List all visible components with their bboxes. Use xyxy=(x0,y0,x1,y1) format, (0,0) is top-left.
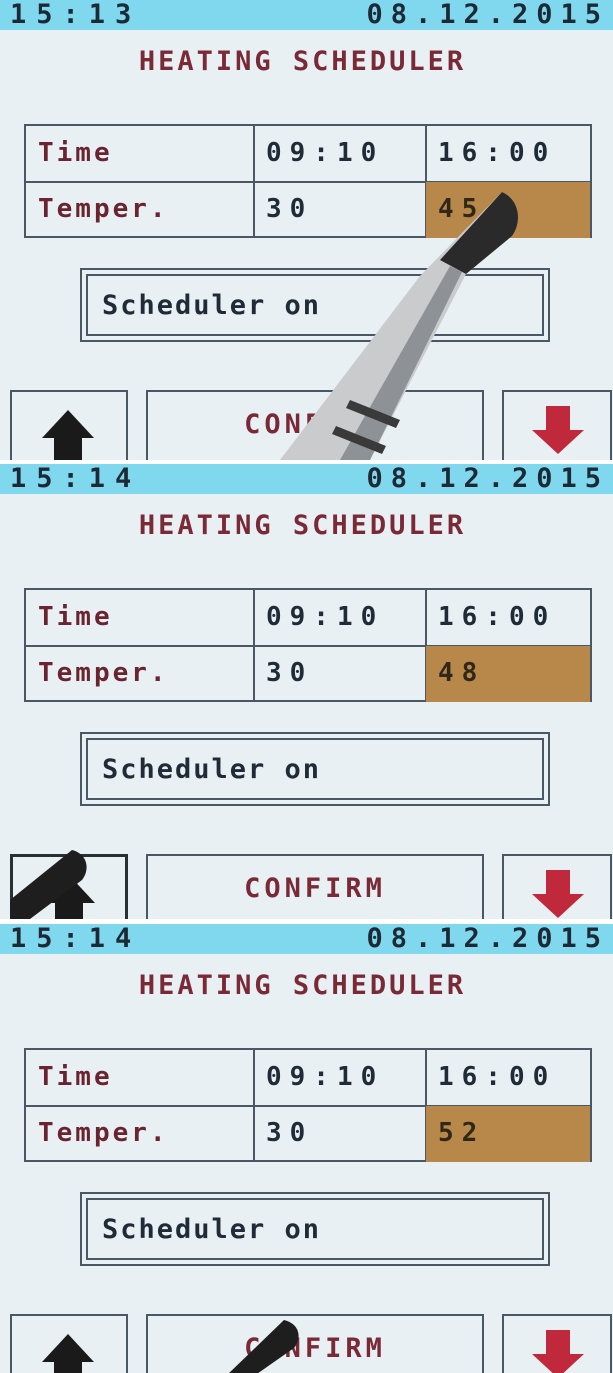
screen-frame-2: 15:14 08.12.2015 HEATING SCHEDULER Time … xyxy=(0,464,613,919)
status-bar: 15:14 08.12.2015 xyxy=(0,924,613,954)
temp-row-label: Temper. xyxy=(38,194,169,224)
scheduler-status-text: Scheduler on xyxy=(102,754,322,785)
arrow-down-icon xyxy=(532,870,584,918)
down-button[interactable] xyxy=(502,1314,612,1373)
temp-cell-2-selected[interactable]: 52 xyxy=(426,1106,590,1162)
stylus-pen xyxy=(280,192,518,460)
time-cell-2[interactable]: 16:00 xyxy=(426,590,590,646)
confirm-button[interactable]: CONFIRM xyxy=(146,854,484,919)
time-row-label: Time xyxy=(38,1062,113,1092)
time-row-label: Time xyxy=(38,138,113,168)
temp-row-label: Temper. xyxy=(38,658,169,688)
time-row-label: Time xyxy=(38,602,113,632)
time-cell-1[interactable]: 09:10 xyxy=(254,590,426,646)
status-time: 15:14 xyxy=(10,924,142,954)
arrow-down-icon xyxy=(532,1330,584,1373)
stylus-pen xyxy=(10,850,87,919)
time-cell-1[interactable]: 09:10 xyxy=(254,126,426,182)
scheduler-status-text: Scheduler on xyxy=(102,1214,322,1245)
temp-cell-1[interactable]: 30 xyxy=(254,1106,426,1162)
status-time: 15:14 xyxy=(10,464,142,494)
stylus-pen xyxy=(229,1320,299,1373)
status-date: 08.12.2015 xyxy=(366,464,609,494)
confirm-label: CONFIRM xyxy=(244,1333,386,1364)
temp-cell-2-selected[interactable]: 48 xyxy=(426,646,590,702)
screen-frame-3: 15:14 08.12.2015 HEATING SCHEDULER Time … xyxy=(0,924,613,1373)
temp-row-label: Temper. xyxy=(38,1118,169,1148)
up-button[interactable] xyxy=(10,1314,128,1373)
time-cell-2[interactable]: 16:00 xyxy=(426,1050,590,1106)
page-title: HEATING SCHEDULER xyxy=(138,510,467,541)
scheduler-status-box[interactable]: Scheduler on xyxy=(80,1192,550,1266)
schedule-table: Time 09:10 16:00 Temper. 30 48 xyxy=(24,588,592,702)
temp-cell-1[interactable]: 30 xyxy=(254,646,426,702)
arrow-up-icon xyxy=(42,1334,94,1373)
page-title: HEATING SCHEDULER xyxy=(138,970,467,1001)
scheduler-status-box[interactable]: Scheduler on xyxy=(80,732,550,806)
status-bar: 15:13 08.12.2015 xyxy=(0,0,613,30)
status-date: 08.12.2015 xyxy=(366,924,609,954)
photo-sequence: 15:13 08.12.2015 HEATING SCHEDULER Time … xyxy=(0,0,613,1373)
time-cell-1[interactable]: 09:10 xyxy=(254,1050,426,1106)
time-cell-2[interactable]: 16:00 xyxy=(426,126,590,182)
down-button[interactable] xyxy=(502,854,612,919)
status-time: 15:13 xyxy=(10,0,142,30)
page-title: HEATING SCHEDULER xyxy=(138,46,467,77)
status-date: 08.12.2015 xyxy=(366,0,609,30)
confirm-button-pressed[interactable]: CONFIRM xyxy=(146,1314,484,1373)
arrow-up-icon xyxy=(42,410,94,460)
status-bar: 15:14 08.12.2015 xyxy=(0,464,613,494)
screen-frame-1: 15:13 08.12.2015 HEATING SCHEDULER Time … xyxy=(0,0,613,460)
confirm-label: CONFIRM xyxy=(244,873,386,904)
schedule-table: Time 09:10 16:00 Temper. 30 52 xyxy=(24,1048,592,1162)
up-button[interactable] xyxy=(10,390,128,460)
